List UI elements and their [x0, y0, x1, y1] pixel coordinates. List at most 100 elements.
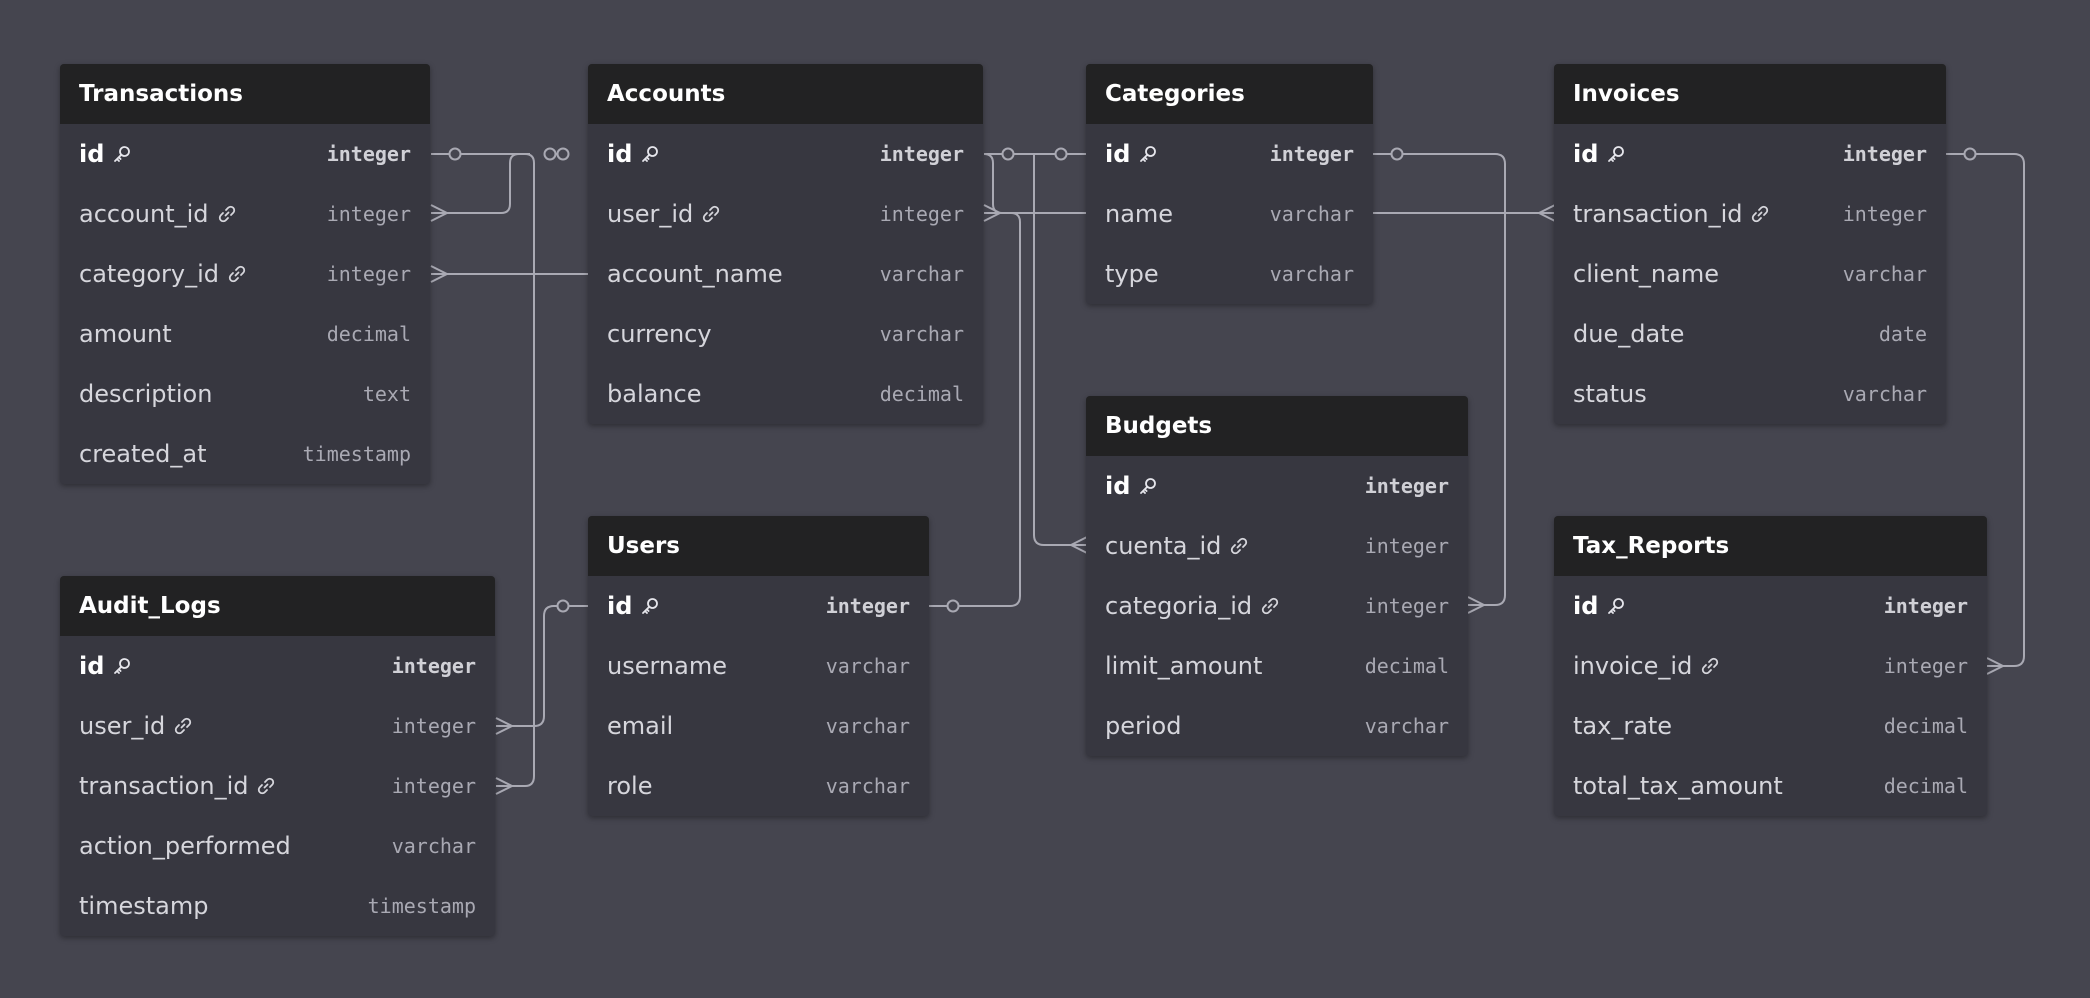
field-row-due-date[interactable]: due_date date: [1554, 304, 1946, 364]
table-title: Categories: [1105, 81, 1245, 107]
field-row-username[interactable]: username varchar: [588, 636, 929, 696]
field-type: integer: [1364, 474, 1449, 498]
field-row-invoice-id[interactable]: invoice_id integer: [1554, 636, 1987, 696]
field-row-id[interactable]: id integer: [60, 636, 495, 696]
field-row-balance[interactable]: balance decimal: [588, 364, 983, 424]
table-budgets[interactable]: Budgets id integer cuenta_id integer cat…: [1086, 396, 1468, 756]
field-name: action_performed: [79, 832, 291, 860]
field-row-email[interactable]: email varchar: [588, 696, 929, 756]
field-type: varchar: [1842, 262, 1927, 286]
field-type: timestamp: [302, 442, 411, 466]
field-row-user-id[interactable]: user_id integer: [60, 696, 495, 756]
table-title: Audit_Logs: [79, 593, 221, 619]
field-row-total-tax-amount[interactable]: total_tax_amount decimal: [1554, 756, 1987, 816]
field-type: decimal: [326, 322, 411, 346]
field-name: period: [1105, 712, 1182, 740]
table-title: Accounts: [607, 81, 726, 107]
field-type: integer: [326, 262, 411, 286]
field-name: amount: [79, 320, 172, 348]
field-row-id[interactable]: id integer: [1554, 124, 1946, 184]
field-name: id: [79, 140, 132, 168]
field-row-client-name[interactable]: client_name varchar: [1554, 244, 1946, 304]
table-title: Budgets: [1105, 413, 1213, 439]
key-icon: [640, 596, 660, 616]
field-row-id[interactable]: id integer: [1086, 124, 1373, 184]
field-name: timestamp: [79, 892, 209, 920]
link-icon: [1229, 536, 1249, 556]
field-name: id: [1573, 592, 1626, 620]
link-icon: [227, 264, 247, 284]
field-row-limit-amount[interactable]: limit_amount decimal: [1086, 636, 1468, 696]
many-end-crows-foot: [495, 717, 513, 735]
field-name: description: [79, 380, 213, 408]
field-name: account_name: [607, 260, 783, 288]
field-row-transaction-id[interactable]: transaction_id integer: [60, 756, 495, 816]
field-row-categoria-id[interactable]: categoria_id integer: [1086, 576, 1468, 636]
table-categories[interactable]: Categories id integer name varchar type …: [1086, 64, 1373, 304]
er-diagram-canvas: Transactions id integer account_id integ…: [0, 0, 2090, 998]
field-type: decimal: [1364, 654, 1449, 678]
field-name: transaction_id: [1573, 200, 1770, 228]
link-icon: [1260, 596, 1280, 616]
field-name: created_at: [79, 440, 207, 468]
field-type: varchar: [825, 654, 910, 678]
key-icon: [1138, 476, 1158, 496]
field-type: integer: [1883, 654, 1968, 678]
field-row-timestamp[interactable]: timestamp timestamp: [60, 876, 495, 936]
field-row-id[interactable]: id integer: [588, 124, 983, 184]
field-row-id[interactable]: id integer: [60, 124, 430, 184]
field-row-id[interactable]: id integer: [1554, 576, 1987, 636]
link-icon: [256, 776, 276, 796]
field-type: integer: [1842, 202, 1927, 226]
field-name: total_tax_amount: [1573, 772, 1783, 800]
field-row-action-performed[interactable]: action_performed varchar: [60, 816, 495, 876]
many-end-crows-foot: [495, 777, 513, 795]
field-row-id[interactable]: id integer: [1086, 456, 1468, 516]
field-row-status[interactable]: status varchar: [1554, 364, 1946, 424]
field-row-description[interactable]: description text: [60, 364, 430, 424]
edge-accounts-id-to-budgets-cuenta: [983, 147, 1088, 554]
table-header: Transactions: [60, 64, 430, 124]
field-type: decimal: [1883, 774, 1968, 798]
field-row-name[interactable]: name varchar: [1086, 184, 1373, 244]
field-type: decimal: [879, 382, 964, 406]
one-end-marker: [556, 599, 570, 613]
one-end-marker: [1390, 147, 1404, 161]
field-name: balance: [607, 380, 702, 408]
field-row-user-id[interactable]: user_id integer: [588, 184, 983, 244]
field-row-transaction-id[interactable]: transaction_id integer: [1554, 184, 1946, 244]
field-row-account-name[interactable]: account_name varchar: [588, 244, 983, 304]
key-icon: [1138, 144, 1158, 164]
field-name: categoria_id: [1105, 592, 1280, 620]
field-row-type[interactable]: type varchar: [1086, 244, 1373, 304]
field-row-cuenta-id[interactable]: cuenta_id integer: [1086, 516, 1468, 576]
field-name: id: [79, 652, 132, 680]
field-name: limit_amount: [1105, 652, 1263, 680]
table-audit-logs[interactable]: Audit_Logs id integer user_id integer tr…: [60, 576, 495, 936]
field-name: email: [607, 712, 674, 740]
table-tax-reports[interactable]: Tax_Reports id integer invoice_id intege…: [1554, 516, 1987, 816]
field-row-category-id[interactable]: category_id integer: [60, 244, 430, 304]
many-end-crows-foot: [1986, 657, 2004, 675]
field-type: text: [362, 382, 411, 406]
field-row-role[interactable]: role varchar: [588, 756, 929, 816]
field-row-id[interactable]: id integer: [588, 576, 929, 636]
table-transactions[interactable]: Transactions id integer account_id integ…: [60, 64, 430, 484]
table-header: Tax_Reports: [1554, 516, 1987, 576]
table-users[interactable]: Users id integer username varchar email …: [588, 516, 929, 816]
table-accounts[interactable]: Accounts id integer user_id integer acco…: [588, 64, 983, 424]
field-name: id: [607, 592, 660, 620]
table-invoices[interactable]: Invoices id integer transaction_id integ…: [1554, 64, 1946, 424]
one-end-marker: [543, 147, 557, 161]
field-row-period[interactable]: period varchar: [1086, 696, 1468, 756]
field-type: varchar: [1269, 262, 1354, 286]
edge-line: [496, 605, 588, 727]
field-name: client_name: [1573, 260, 1719, 288]
field-row-account-id[interactable]: account_id integer: [60, 184, 430, 244]
field-row-currency[interactable]: currency varchar: [588, 304, 983, 364]
field-row-amount[interactable]: amount decimal: [60, 304, 430, 364]
field-row-tax-rate[interactable]: tax_rate decimal: [1554, 696, 1987, 756]
field-type: integer: [1364, 594, 1449, 618]
field-row-created-at[interactable]: created_at timestamp: [60, 424, 430, 484]
table-title: Users: [607, 533, 680, 559]
